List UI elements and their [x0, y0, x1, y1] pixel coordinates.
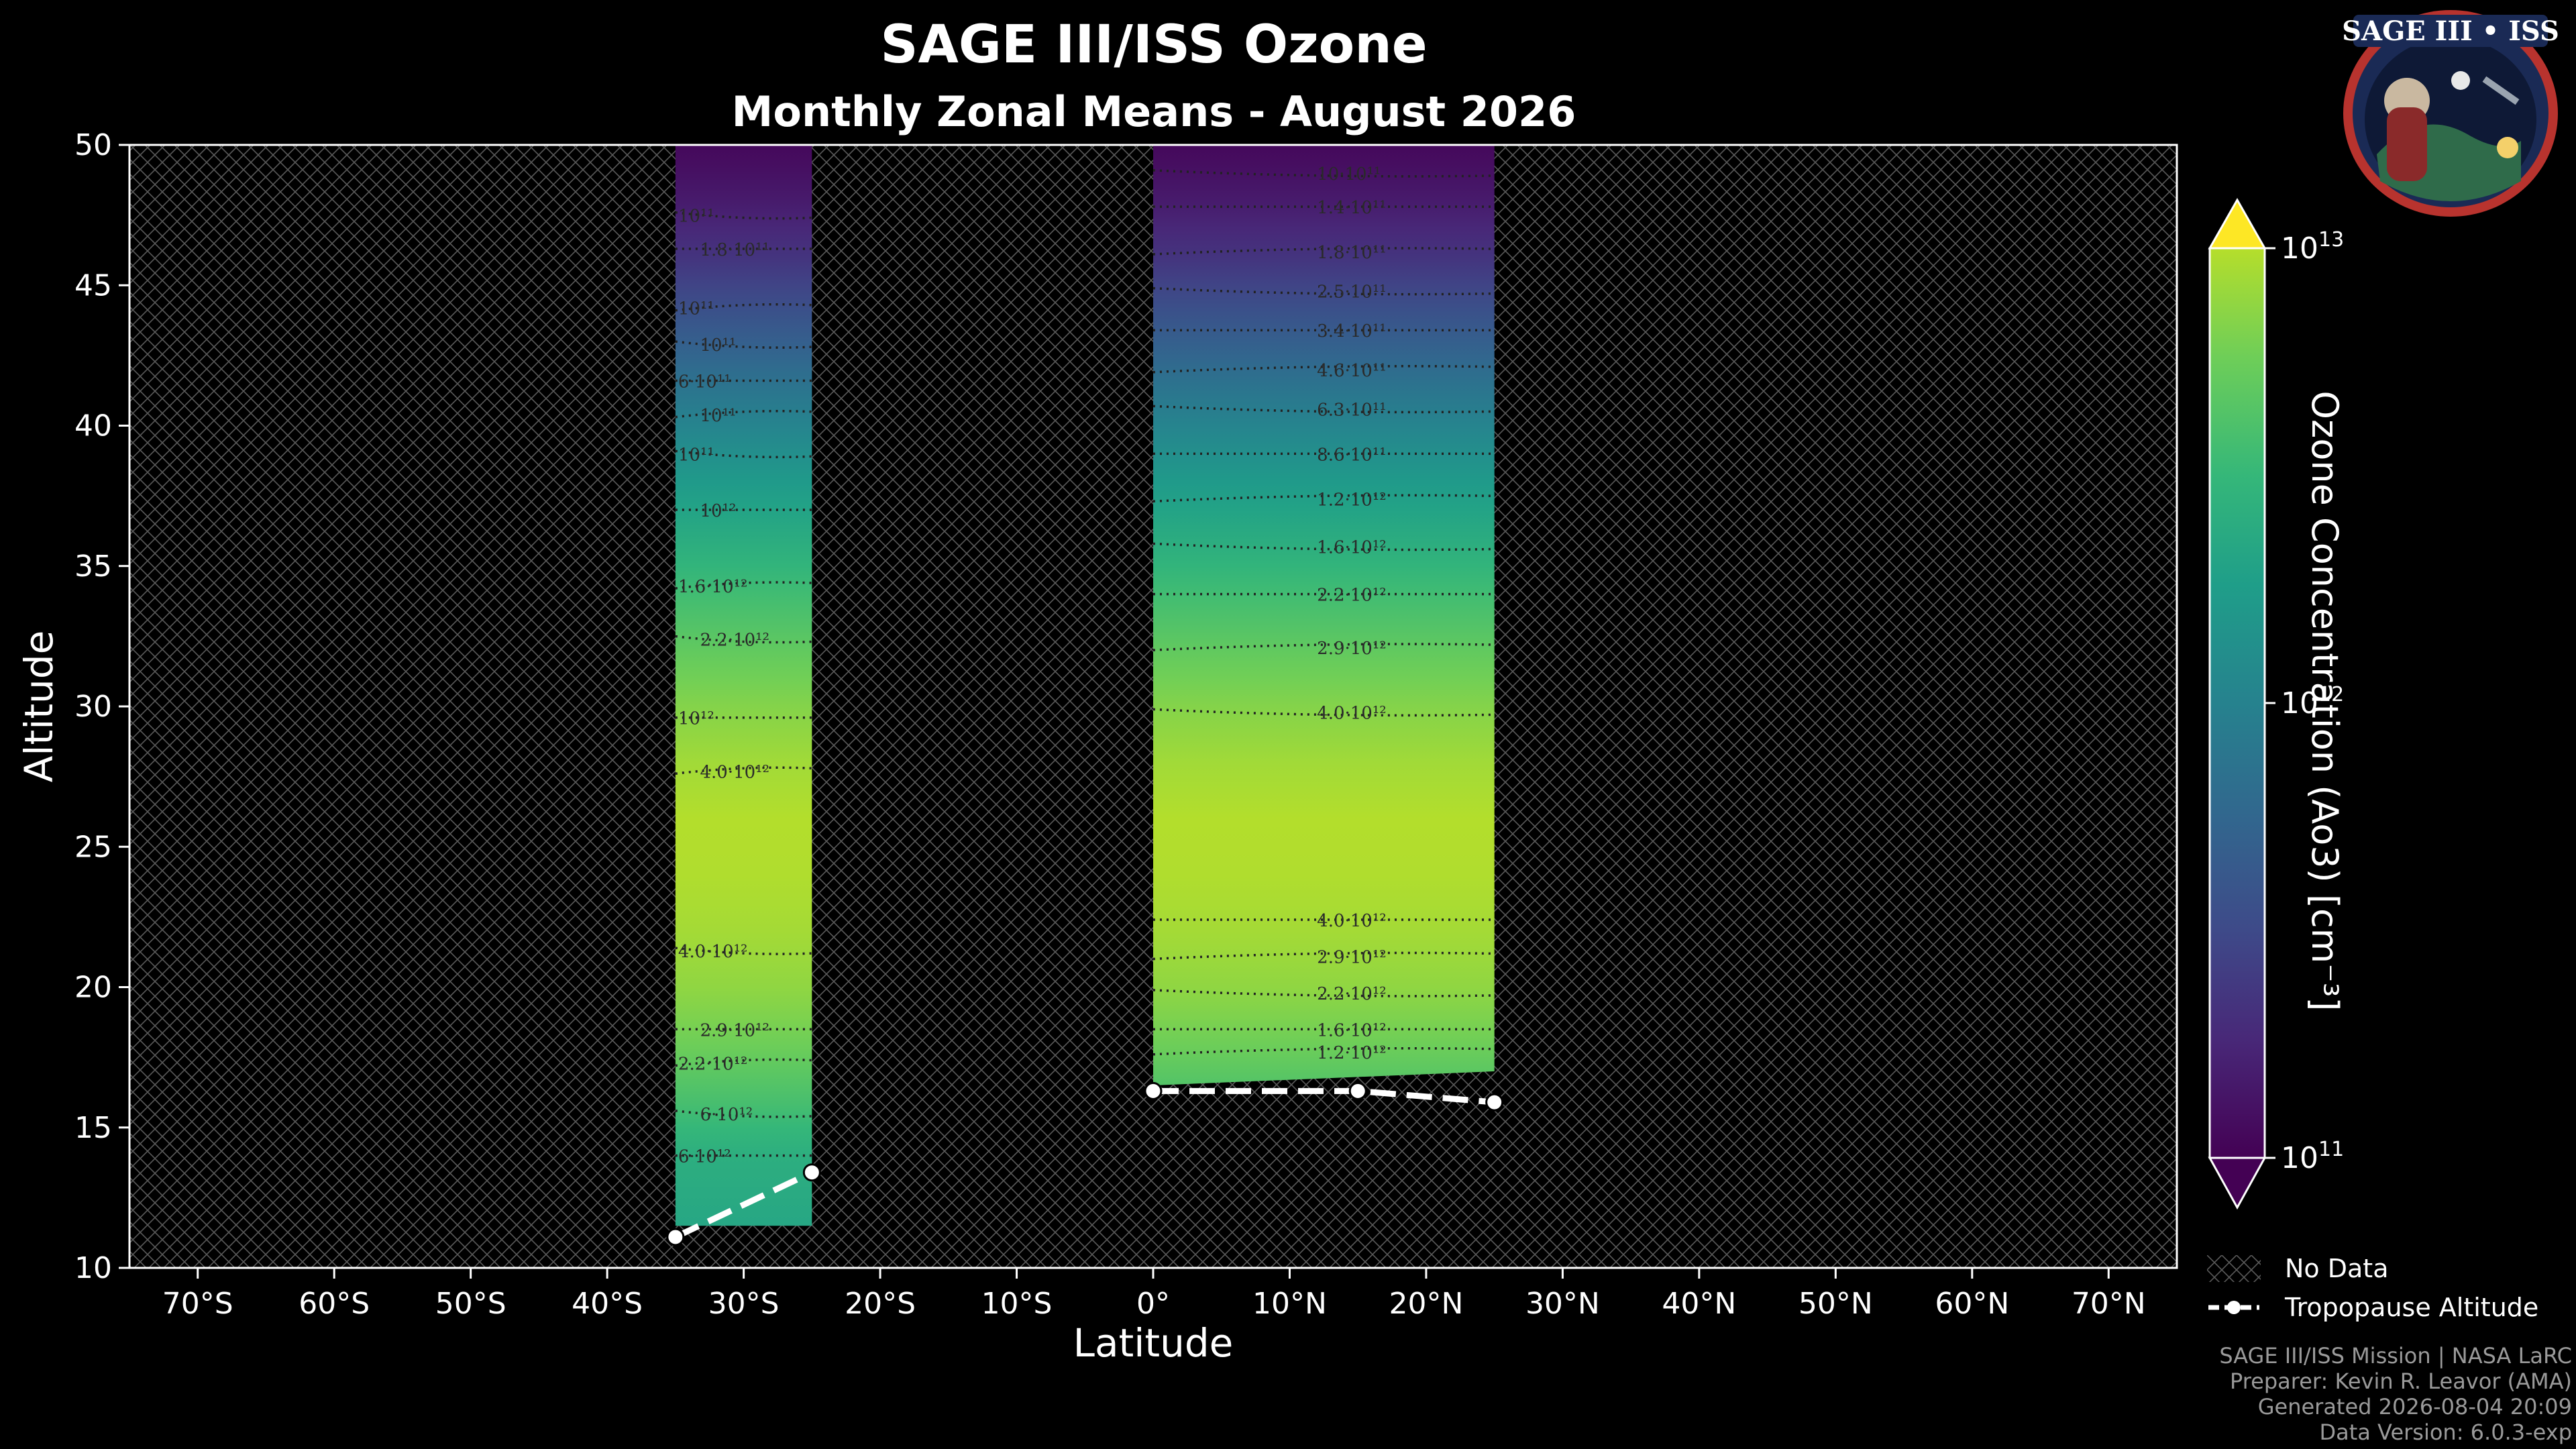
contour-label: 1.6·10¹²	[678, 577, 748, 597]
contour-label: 2.9·10¹²	[700, 1020, 769, 1040]
x-tick-label: 20°N	[1389, 1287, 1463, 1321]
colorbar-extend-bottom	[2208, 1157, 2267, 1210]
svg-text:SAGE III • ISS: SAGE III • ISS	[2342, 15, 2559, 47]
contour-label: 2.2·10¹²	[1317, 586, 1387, 606]
x-tick-label: 50°N	[1799, 1287, 1873, 1321]
contour-label: 1.4·10¹¹	[1317, 198, 1387, 218]
legend-item-tropopause: Tropopause Altitude	[2207, 1288, 2538, 1327]
contour-label: 4.6·10¹¹	[1317, 361, 1387, 381]
y-axis-label: Altitude	[16, 631, 62, 783]
contour-label: 4.0·10¹²	[700, 762, 769, 782]
contour-label: 10¹¹	[678, 445, 714, 465]
contour-label: 6·10¹²	[700, 1105, 753, 1125]
contour-label: 2.5·10¹¹	[1317, 282, 1387, 303]
legend-item-no-data: No Data	[2207, 1249, 2538, 1288]
contour-label: 2.2·10¹²	[678, 1054, 748, 1074]
contour-label: 6·10¹²	[678, 1147, 731, 1167]
contour-label: 10¹²	[700, 501, 736, 521]
x-axis-label: Latitude	[1073, 1320, 1234, 1366]
contour-label: 6.3·10¹¹	[1317, 400, 1387, 420]
tropopause-point	[802, 1163, 821, 1182]
tropopause-point	[666, 1228, 685, 1246]
x-tick-label: 60°S	[299, 1287, 370, 1321]
contour-label: 10¹¹	[700, 335, 736, 356]
figure: 10¹¹ 1.8·10¹¹ 10¹¹ 10¹¹ 6·10¹¹ 10¹¹ 10¹¹ 10¹² 1.…	[16, 128, 2344, 1366]
x-tick-label: 60°N	[1935, 1287, 2009, 1321]
colorbar-extend-top	[2208, 197, 2267, 250]
legend: No Data Tropopause Altitude	[2207, 1249, 2538, 1327]
x-tick-label: 10°N	[1252, 1287, 1327, 1321]
contour-label: 10¹¹	[678, 207, 714, 227]
contour-label: 1.6·10¹²	[1317, 1020, 1387, 1040]
contour-label: 2.2·10¹²	[1317, 984, 1387, 1004]
y-tick-label: 15	[74, 1111, 112, 1145]
x-tick-label: 0°	[1136, 1287, 1170, 1321]
hatch-swatch-icon	[2207, 1255, 2261, 1282]
colorbar-gradient	[2208, 247, 2266, 1159]
colorbar-label: Ozone Concentration (Ao3) [cm⁻³]	[2304, 390, 2346, 1012]
x-tick-label: 40°N	[1662, 1287, 1736, 1321]
x-tick-label: 30°S	[708, 1287, 780, 1321]
y-tick-label: 40	[74, 409, 112, 443]
chart-title: SAGE III/ISS Ozone	[880, 15, 1428, 75]
x-axis: 70°S 60°S 50°S 40°S 30°S 20°S 10°S 0° 10°N 20°N 30…	[162, 1268, 2146, 1321]
contour-label: 3.4·10¹¹	[1317, 321, 1387, 341]
x-tick-label: 30°N	[1525, 1287, 1600, 1321]
legend-label-no-data: No Data	[2285, 1254, 2389, 1283]
x-tick-label: 70°S	[162, 1287, 233, 1321]
x-tick-label: 50°S	[435, 1287, 506, 1321]
y-tick-label: 45	[74, 268, 112, 303]
contour-label: 4.0·10¹²	[678, 942, 748, 962]
y-tick-label: 25	[74, 830, 112, 864]
credit-generated: Generated 2026-08-04 20:09	[2257, 1394, 2572, 1419]
x-tick-label: 40°S	[572, 1287, 643, 1321]
contour-label: 4.0·10¹²	[1317, 703, 1387, 723]
y-tick-label: 35	[74, 549, 112, 584]
legend-label-tropopause: Tropopause Altitude	[2285, 1293, 2539, 1322]
dashed-line-marker-icon	[2208, 1301, 2259, 1314]
contour-label: 1.2·10¹²	[1317, 1043, 1387, 1063]
contour-label: 10¹¹	[700, 406, 736, 426]
y-tick-label: 20	[74, 971, 112, 1005]
y-tick-label: 10	[74, 1251, 112, 1285]
contour-label: 2.2·10¹²	[700, 631, 769, 651]
contour-label: 4.0·10¹²	[1317, 911, 1387, 931]
y-tick-label: 30	[74, 690, 112, 724]
contour-label: 1.8·10¹¹	[1317, 243, 1387, 263]
contour-label: 10·10¹¹	[1317, 164, 1381, 184]
contour-label: 1.2·10¹²	[1317, 490, 1387, 510]
sage-iii-iss-mission-logo: SAGE III • ISS	[2342, 10, 2559, 217]
contour-label: 10¹²	[678, 709, 714, 729]
contour-label: 1.6·10¹²	[1317, 537, 1387, 557]
tropopause-point	[1144, 1081, 1163, 1100]
x-tick-label: 10°S	[981, 1287, 1053, 1321]
credit-mission: SAGE III/ISS Mission | NASA LaRC	[2219, 1343, 2572, 1368]
y-axis: 101520253035404550	[74, 128, 129, 1285]
credit-version: Data Version: 6.0.3-exp	[2319, 1419, 2572, 1445]
tropopause-point	[1348, 1081, 1367, 1100]
x-tick-label: 70°N	[2072, 1287, 2146, 1321]
tropopause-point	[1485, 1093, 1504, 1112]
contour-label: 2.9·10¹²	[1317, 639, 1387, 659]
chart-subtitle: Monthly Zonal Means - August 2026	[731, 87, 1576, 136]
contour-label: 8.6·10¹¹	[1317, 445, 1387, 465]
x-tick-label: 20°S	[845, 1287, 916, 1321]
credits: SAGE III/ISS Mission | NASA LaRC Prepare…	[2219, 1343, 2572, 1445]
contour-label: 10¹¹	[678, 299, 714, 319]
contour-label: 2.9·10¹²	[1317, 947, 1387, 967]
contour-label: 1.8·10¹¹	[700, 240, 769, 260]
contour-label: 6·10¹¹	[678, 372, 731, 392]
credit-preparer: Preparer: Kevin R. Leavor (AMA)	[2229, 1368, 2572, 1394]
